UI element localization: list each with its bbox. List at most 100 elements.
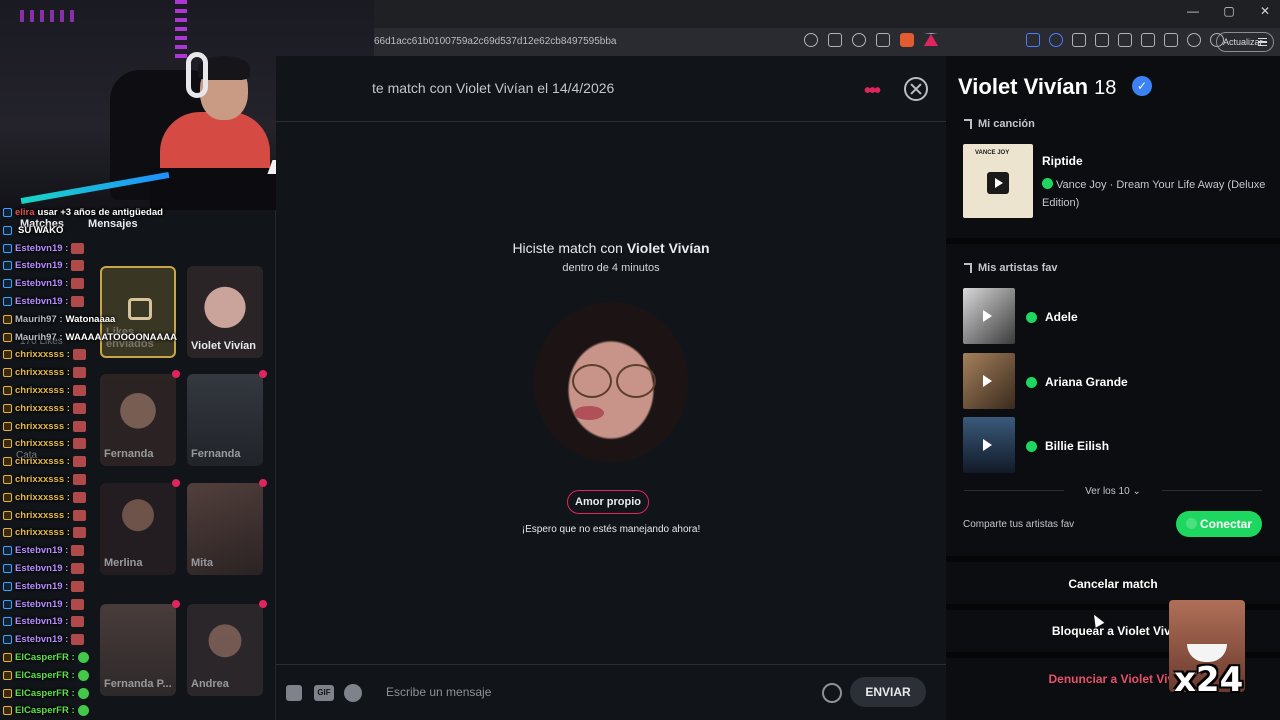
artist-name: Ariana Grande xyxy=(1045,375,1128,389)
artist-row[interactable]: Adele xyxy=(1026,310,1078,324)
sidebar-icon[interactable] xyxy=(1141,33,1155,47)
chat-username[interactable]: Estebvn19 : xyxy=(15,563,68,574)
artist-image-adele[interactable] xyxy=(963,288,1015,344)
extensions-puzzle-icon[interactable] xyxy=(1072,33,1086,47)
chat-badge-icon xyxy=(3,243,12,253)
extension-cursor-icon[interactable] xyxy=(1026,33,1040,47)
hamburger-menu-icon[interactable] xyxy=(1258,38,1267,46)
update-button[interactable]: Actualizar xyxy=(1216,32,1274,52)
chat-username[interactable]: ElCasperFR : xyxy=(15,670,75,681)
fav-artists-heading: Mis artistas fav xyxy=(964,262,1057,274)
chat-username[interactable]: chrixxxsss : xyxy=(15,438,70,449)
chat-username[interactable]: Estebvn19 : xyxy=(15,634,68,645)
zoom-icon[interactable] xyxy=(852,33,866,47)
chat-emote-icon xyxy=(71,296,85,307)
chat-username[interactable]: ElCasperFR : xyxy=(15,652,75,663)
chat-username[interactable]: Estebvn19 : xyxy=(15,616,68,627)
chat-username[interactable]: Maurih97 : xyxy=(15,314,63,325)
chat-username[interactable]: Estebvn19 : xyxy=(15,545,68,556)
see-more-artists-button[interactable]: Ver los 10 ⌄ xyxy=(946,486,1280,497)
chat-username[interactable]: chrixxxsss : xyxy=(15,367,70,378)
spotify-icon xyxy=(1026,440,1037,452)
chat-username[interactable]: ElCasperFR : xyxy=(15,688,75,699)
chat-line: chrixxxsss : xyxy=(3,418,86,435)
artist-row[interactable]: Billie Eilish xyxy=(1026,439,1109,453)
chat-username[interactable]: chrixxxsss : xyxy=(15,456,70,467)
chat-username[interactable]: ElCasperFR : xyxy=(15,705,75,716)
chat-badge-icon xyxy=(3,617,12,627)
chat-line: Estebvn19 : xyxy=(3,542,85,559)
chat-emote-icon xyxy=(72,509,86,521)
cancel-match-button[interactable]: Cancelar match xyxy=(946,577,1280,591)
music-note-icon xyxy=(964,119,972,129)
artist-row[interactable]: Ariana Grande xyxy=(1026,375,1128,389)
my-song-label: Mi canción xyxy=(978,118,1035,130)
brave-rewards-icon[interactable] xyxy=(924,33,938,46)
close-icon[interactable] xyxy=(904,77,928,101)
chat-username[interactable]: Estebvn19 : xyxy=(15,599,68,610)
spotify-icon[interactable] xyxy=(344,684,362,702)
chat-line: ElCasperFR : xyxy=(3,649,89,666)
more-options-icon[interactable]: ••• xyxy=(864,80,881,103)
update-label: Actualizar xyxy=(1223,37,1263,47)
minimize-button[interactable]: — xyxy=(1186,4,1200,18)
send-button[interactable]: ENVIAR xyxy=(850,677,926,707)
chat-badge-icon xyxy=(3,581,12,591)
chat-line: chrixxxsss : xyxy=(3,507,86,524)
chat-username[interactable]: chrixxxsss : xyxy=(15,474,70,485)
chat-username[interactable]: chrixxxsss : xyxy=(15,421,70,432)
share-icon[interactable] xyxy=(876,33,890,47)
wallet-icon[interactable] xyxy=(1164,33,1178,47)
chat-username[interactable]: Estebvn19 : xyxy=(15,243,68,254)
location-icon[interactable] xyxy=(804,33,818,47)
brave-shield-icon[interactable] xyxy=(900,33,914,47)
interest-pill[interactable]: Amor propio xyxy=(567,490,649,514)
chat-emote-icon xyxy=(72,385,86,396)
chat-username[interactable]: chrixxxsss : xyxy=(15,385,70,396)
glasses-shape xyxy=(572,364,612,398)
sticker-icon[interactable] xyxy=(286,685,302,701)
extension-audio-icon[interactable] xyxy=(1049,33,1063,47)
chat-username[interactable]: Estebvn19 : xyxy=(15,278,68,289)
chat-line: Estebvn19 : xyxy=(3,578,85,595)
cast-icon[interactable] xyxy=(828,33,842,47)
chat-line: chrixxxsss : xyxy=(3,471,86,488)
play-icon[interactable] xyxy=(983,375,992,387)
gif-button[interactable]: GIF xyxy=(314,685,334,701)
chat-username[interactable]: chrixxxsss : xyxy=(15,527,70,538)
chat-emote-icon xyxy=(72,402,86,414)
url-text[interactable]: 66d1acc61b0100759a2c69d537d12e62cb849759… xyxy=(374,36,616,47)
chat-line: ElCasperFR : xyxy=(3,685,89,702)
song-title[interactable]: Riptide xyxy=(1042,154,1083,168)
chat-username[interactable]: chrixxxsss : xyxy=(15,492,70,503)
ai-sparkle-icon[interactable] xyxy=(1187,33,1201,47)
chat-username[interactable]: Estebvn19 : xyxy=(15,296,68,307)
play-icon[interactable] xyxy=(983,310,992,322)
chat-username[interactable]: chrixxxsss : xyxy=(15,349,70,360)
chat-username[interactable]: elira xyxy=(15,207,35,218)
connect-spotify-button[interactable]: Conectar xyxy=(1176,511,1262,537)
extension-screenshot-icon[interactable] xyxy=(1095,33,1109,47)
close-window-button[interactable]: ✕ xyxy=(1258,4,1272,18)
play-icon[interactable] xyxy=(987,172,1009,194)
play-icon[interactable] xyxy=(983,439,992,451)
message-input[interactable]: Escribe un mensaje xyxy=(386,685,491,699)
chat-emote-icon xyxy=(77,652,89,663)
spotify-icon xyxy=(1026,376,1037,388)
chat-username[interactable]: chrixxxsss : xyxy=(15,403,70,414)
chat-username[interactable]: Maurih97 : xyxy=(15,332,63,343)
profile-age: 18 xyxy=(1094,77,1117,99)
chat-badge-icon xyxy=(3,332,12,342)
emoji-icon[interactable] xyxy=(822,683,842,703)
artist-image-billie[interactable] xyxy=(963,417,1015,473)
match-avatar[interactable] xyxy=(534,302,688,462)
profile-name-text: Violet Vivían xyxy=(958,74,1089,99)
music-note-icon[interactable] xyxy=(1118,33,1132,47)
chat-emote-icon xyxy=(77,687,89,699)
chat-username[interactable]: Estebvn19 : xyxy=(15,260,68,271)
maximize-button[interactable]: ▢ xyxy=(1222,4,1236,18)
artist-image-ariana[interactable] xyxy=(963,353,1015,409)
album-cover[interactable]: VANCE JOY xyxy=(963,144,1033,218)
chat-username[interactable]: chrixxxsss : xyxy=(15,510,70,521)
chat-username[interactable]: Estebvn19 : xyxy=(15,581,68,592)
